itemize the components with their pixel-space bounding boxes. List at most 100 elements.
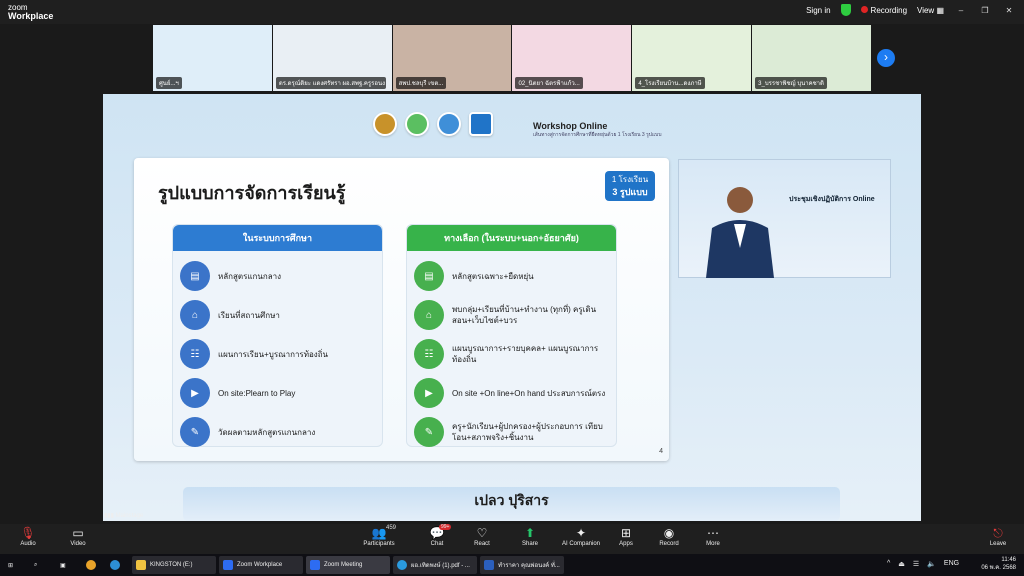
sign-in-link[interactable]: Sign in bbox=[806, 6, 830, 15]
taskbar-zoom-meeting[interactable]: Zoom Meeting bbox=[306, 556, 390, 574]
audio-button[interactable]: 🎙 Audio bbox=[6, 526, 50, 547]
item-badge-icon: ▶ bbox=[180, 378, 210, 408]
slide-heading: รูปแบบการจัดการเรียนรู้ bbox=[158, 183, 346, 203]
item-label: เรียนที่สถานศึกษา bbox=[218, 310, 280, 320]
list-item: ▤ หลักสูตรแกนกลาง bbox=[180, 259, 378, 293]
apps-grid-icon: ⊞ bbox=[620, 526, 632, 540]
speaker-name-caption: เปลว ปุริสาร bbox=[183, 487, 840, 521]
record-icon: ◉ bbox=[663, 526, 675, 540]
chat-icon: 💬 bbox=[429, 526, 445, 540]
participant-tile[interactable]: 02_นิตยา ฉัตรฟ้าแก้ว... bbox=[512, 25, 632, 91]
zoom-workplace-label: Zoom Workplace bbox=[237, 562, 283, 568]
participant-tile[interactable]: ศูนย์...ฯ bbox=[153, 25, 272, 91]
mainstage-label: ▮▮▮ Mainstage bbox=[104, 513, 144, 519]
view-label: View bbox=[917, 5, 935, 15]
start-icon[interactable]: ⊞ bbox=[4, 556, 17, 574]
taskbar-pdf[interactable]: ผอ.เทิดพงษ์ (1).pdf - ... bbox=[393, 556, 477, 574]
app-name-line2: Workplace bbox=[8, 11, 54, 21]
item-badge-icon: ☷ bbox=[414, 339, 444, 369]
exit-door-icon: ⎋ bbox=[993, 526, 1003, 540]
taskbar-zoom-workplace[interactable]: Zoom Workplace bbox=[219, 556, 303, 574]
react-label: React bbox=[474, 541, 490, 547]
participant-name: 4_โรงเรียนบ้าน...ดงภาษี bbox=[635, 77, 705, 89]
item-label: วัดผลตามหลักสูตรแกนกลาง bbox=[218, 427, 316, 437]
title-bar: zoom Workplace Sign in Recording View ▦ … bbox=[0, 0, 1024, 24]
clock-date: 06 พ.ค. 2568 bbox=[981, 565, 1016, 571]
participant-tile[interactable]: 3_บรรชาพิชญ์ บุนาคชาติ bbox=[752, 25, 871, 91]
item-label: แผนบูรณาการ+รายบุคคล+ แผนบูรณาการท้องถิ่… bbox=[452, 344, 599, 364]
item-label: ครู+นักเรียน+ผู้ปกครอง+ผู้ประกอบการ เทีย… bbox=[452, 422, 603, 442]
item-label: หลักสูตรแกนกลาง bbox=[218, 271, 282, 281]
taskbar-drive[interactable]: KINGSTON (E:) bbox=[132, 556, 216, 574]
participant-tile[interactable]: สพป.ชลบุรี เขต... bbox=[392, 25, 512, 91]
more-button[interactable]: ⋯ More bbox=[691, 526, 735, 547]
apps-button[interactable]: ⊞ Apps bbox=[604, 526, 648, 547]
leave-button[interactable]: ⎋ Leave bbox=[976, 526, 1020, 547]
list-item: ☷ แผนการเรียน+บูรณาการท้องถิ่น bbox=[180, 337, 378, 371]
presentation-slide: รูปแบบการจัดการเรียนรู้ 1 โรงเรียน 3 รูป… bbox=[134, 158, 669, 461]
chat-button[interactable]: 💬 99+ Chat bbox=[415, 524, 459, 547]
network-icon[interactable]: ☰ bbox=[913, 560, 919, 568]
recording-indicator[interactable]: Recording bbox=[860, 5, 908, 15]
close-icon[interactable]: ✕ bbox=[1002, 6, 1016, 15]
item-label: On site:Plearn to Play bbox=[218, 388, 296, 398]
item-badge-icon: ☷ bbox=[180, 339, 210, 369]
participants-button[interactable]: 👥 459 Participants bbox=[357, 525, 401, 547]
column-header: ทางเลือก (ในระบบ+นอก+อัธยาศัย) bbox=[407, 225, 616, 251]
react-button[interactable]: ♡ React bbox=[460, 526, 504, 547]
volume-icon[interactable]: 🔈 bbox=[927, 560, 936, 568]
item-label: On site +On line+On hand ประสบการณ์ตรง bbox=[452, 388, 606, 398]
recording-label: Recording bbox=[870, 5, 908, 15]
share-button[interactable]: ⬆ Share bbox=[508, 526, 552, 547]
badge-line1: 1 โรงเรียน bbox=[611, 175, 649, 184]
pdf-label: ผอ.เทิดพงษ์ (1).pdf - ... bbox=[411, 563, 470, 569]
muted-mic-icon: 🎙 bbox=[20, 526, 36, 540]
org-logo-icon bbox=[437, 112, 461, 136]
restore-icon[interactable]: ❐ bbox=[978, 6, 992, 15]
next-page-arrow-icon[interactable]: › bbox=[877, 49, 895, 67]
participant-tile[interactable]: 4_โรงเรียนบ้าน...ดงภาษี bbox=[632, 25, 752, 91]
ai-companion-button[interactable]: ✦ AI Companion bbox=[557, 526, 605, 547]
participant-tile[interactable]: ดร.ดรุณ์ติยะ แดงศรัทรา ผอ.สพฐ.ครูรอนง bbox=[272, 25, 392, 91]
list-item: ⌂ พบกลุ่ม+เรียนที่บ้าน+ทำงาน (ทุกที่) ครู… bbox=[414, 298, 612, 332]
kosk-logo-icon bbox=[405, 112, 429, 136]
record-button[interactable]: ◉ Record bbox=[647, 526, 691, 547]
minimize-icon[interactable]: – bbox=[954, 6, 968, 15]
task-view-icon[interactable]: ▣ bbox=[56, 556, 70, 574]
clock-time: 11:46 bbox=[1001, 557, 1016, 563]
item-badge-icon: ▤ bbox=[180, 261, 210, 291]
windows-taskbar: ⊞ ⌕ ▣ KINGSTON (E:) Zoom Workplace Zoom … bbox=[0, 554, 1024, 576]
audio-label: Audio bbox=[20, 541, 36, 547]
video-label: Video bbox=[70, 541, 86, 547]
chevron-up-icon[interactable]: ^ bbox=[887, 560, 890, 568]
speaker-video[interactable]: ประชุมเชิงปฏิบัติการ Online bbox=[678, 159, 891, 278]
item-label: แผนการเรียน+บูรณาการท้องถิ่น bbox=[218, 349, 329, 359]
shield-icon[interactable] bbox=[840, 4, 851, 16]
badge-line2: 3 รูปแบบ bbox=[612, 187, 648, 197]
item-badge-icon: ▤ bbox=[414, 261, 444, 291]
chat-badge: 99+ bbox=[439, 524, 452, 530]
edge-icon[interactable] bbox=[106, 556, 124, 574]
item-badge-icon: ✎ bbox=[414, 417, 444, 447]
video-button[interactable]: ▭ Video bbox=[56, 526, 100, 547]
item-badge-icon: ▶ bbox=[414, 378, 444, 408]
zoom-icon bbox=[310, 560, 320, 570]
item-badge-icon: ⌂ bbox=[180, 300, 210, 330]
participant-name: ดร.ดรุณ์ติยะ แดงศรัทรา ผอ.สพฐ.ครูรอนง bbox=[275, 77, 386, 89]
chrome-icon[interactable] bbox=[82, 556, 100, 574]
search-icon[interactable]: ⌕ bbox=[30, 556, 41, 574]
taskbar-word[interactable]: ทำราคา คุณพ่อนงค์ ทั่... bbox=[480, 556, 564, 574]
view-button[interactable]: View ▦ bbox=[917, 6, 944, 15]
participant-name: 02_นิตยา ฉัตรฟ้าแก้ว... bbox=[515, 77, 583, 89]
clock[interactable]: 11:46 06 พ.ค. 2568 bbox=[981, 556, 1016, 572]
page-number: 4 bbox=[659, 448, 663, 455]
list-item: ▶ On site:Plearn to Play bbox=[180, 376, 378, 410]
language-indicator[interactable]: ENG bbox=[944, 560, 959, 568]
list-item: ☷ แผนบูรณาการ+รายบุคคล+ แผนบูรณาการท้องถิ… bbox=[414, 337, 612, 371]
item-label: พบกลุ่ม+เรียนที่บ้าน+ทำงาน (ทุกที่) ครูเ… bbox=[452, 305, 597, 325]
participants-label: Participants bbox=[363, 541, 395, 547]
camera-icon: ▭ bbox=[72, 526, 84, 540]
item-label: หลักสูตรเฉพาะ+ยืดหยุ่น bbox=[452, 271, 534, 281]
usb-icon[interactable]: ⏏ bbox=[898, 560, 905, 568]
share-arrow-icon: ⬆ bbox=[524, 526, 536, 540]
